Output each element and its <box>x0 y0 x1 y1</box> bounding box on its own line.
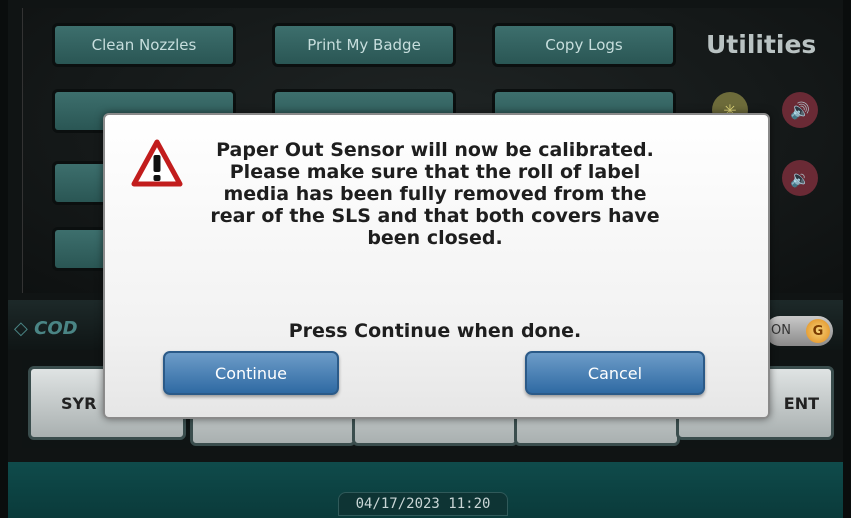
utilities-title: Utilities <box>706 30 817 59</box>
clean-nozzles-button[interactable]: Clean Nozzles <box>55 26 233 64</box>
power-toggle[interactable]: ON G <box>765 316 833 346</box>
nav-button-1-label: SYR <box>61 393 97 413</box>
dialog-prompt: Press Continue when done. <box>288 320 582 342</box>
print-my-badge-button[interactable]: Print My Badge <box>275 26 453 64</box>
warning-icon <box>131 139 183 187</box>
dialog-message: Paper Out Sensor will now be calibrated.… <box>210 139 660 249</box>
continue-button[interactable]: Continue <box>163 351 339 395</box>
power-g-icon: G <box>806 319 830 343</box>
volume-up-icon[interactable]: 🔊 <box>782 92 818 128</box>
calibration-dialog: Paper Out Sensor will now be calibrated.… <box>103 113 770 419</box>
cancel-button[interactable]: Cancel <box>525 351 705 395</box>
volume-down-icon[interactable]: 🔉 <box>782 160 818 196</box>
power-label: ON <box>771 323 791 338</box>
nav-button-5-label: ENT <box>783 393 819 413</box>
brand-logo: ◇ COD <box>14 318 78 339</box>
datetime-display: 04/17/2023 11:20 <box>338 492 508 516</box>
copy-logs-button[interactable]: Copy Logs <box>495 26 673 64</box>
